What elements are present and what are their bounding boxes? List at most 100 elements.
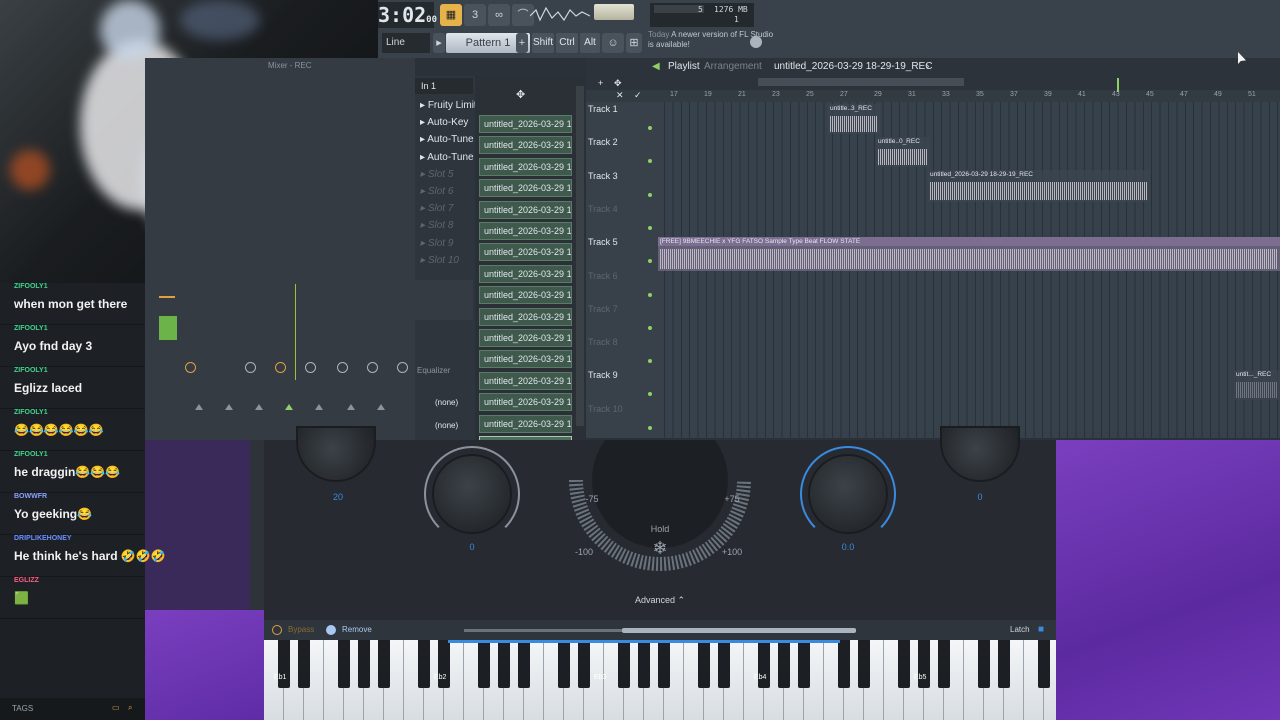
- browser-item[interactable]: untitled_2026-03-29 18-...: [479, 350, 572, 369]
- route-arrow-icon[interactable]: [285, 404, 293, 410]
- black-key[interactable]: [718, 640, 730, 688]
- fx-slot[interactable]: ▸ Slot 6: [420, 186, 475, 201]
- fx-slot[interactable]: ▸ Slot 8: [420, 220, 475, 235]
- snowflake-icon[interactable]: ❄: [652, 538, 667, 558]
- black-key[interactable]: [358, 640, 370, 688]
- black-key[interactable]: [618, 640, 630, 688]
- track-label[interactable]: Track 2: [588, 137, 618, 147]
- globe-icon[interactable]: [750, 36, 762, 48]
- plugin-knob[interactable]: [940, 426, 1020, 482]
- black-key[interactable]: [498, 640, 510, 688]
- audio-clip[interactable]: untitle..0_REC: [876, 137, 930, 167]
- black-key[interactable]: [698, 640, 710, 688]
- browser-item[interactable]: untitled_2026-03-29 18-...: [479, 286, 572, 305]
- fader-track[interactable]: [295, 284, 296, 380]
- chat-username[interactable]: ZIFOOLY1: [14, 325, 48, 332]
- audio-clip[interactable]: [FREE] 9BMEECHIE x YFG FATSO Sample Type…: [658, 237, 1280, 271]
- folder-icon[interactable]: ▭: [112, 703, 120, 712]
- route-arrow-icon[interactable]: [225, 404, 233, 410]
- loop-record-button[interactable]: ∞: [488, 4, 510, 26]
- browser-item[interactable]: untitled_2026-03-29 18-...: [479, 414, 572, 433]
- playlist-filename[interactable]: untitled_2026-03-29 18-29-19_REC: [774, 61, 932, 72]
- track-enable-led[interactable]: [648, 225, 652, 230]
- fx-slot[interactable]: ▸ Auto-Tune: [420, 134, 475, 149]
- browser-item[interactable]: untitled_2026-03-29 18-...: [479, 157, 572, 176]
- shift-key-button[interactable]: Shift: [532, 33, 554, 53]
- playlist-scrollbar[interactable]: [758, 78, 964, 86]
- route-arrow-icon[interactable]: [315, 404, 323, 410]
- cart-icon[interactable]: ⊞: [626, 33, 642, 53]
- keyboard-range-handle[interactable]: [622, 628, 856, 633]
- black-key[interactable]: [478, 640, 490, 688]
- check-icon[interactable]: ✓: [634, 90, 642, 101]
- close-icon[interactable]: ✕: [616, 90, 624, 101]
- output-none-1[interactable]: (none): [435, 398, 458, 407]
- pan-knob[interactable]: [337, 362, 348, 373]
- chat-username[interactable]: DRIPLIKEHONEY: [14, 535, 72, 542]
- fx-slot[interactable]: ▸ Slot 7: [420, 203, 475, 218]
- black-key[interactable]: [378, 640, 390, 688]
- browser-scrollbar[interactable]: [576, 86, 584, 426]
- input-selector[interactable]: In 1: [415, 78, 473, 94]
- track-label[interactable]: Track 3: [588, 171, 618, 181]
- route-arrow-icon[interactable]: [377, 404, 385, 410]
- browser-item[interactable]: untitled_2026-03-29 18-...: [479, 115, 572, 133]
- track-enable-led[interactable]: [648, 325, 652, 330]
- pan-knob[interactable]: [305, 362, 316, 373]
- track-enable-led[interactable]: [648, 292, 652, 297]
- add-icon[interactable]: +: [598, 78, 603, 88]
- black-key[interactable]: [898, 640, 910, 688]
- track-label[interactable]: Track 4: [588, 204, 618, 214]
- track-enable-led[interactable]: [648, 259, 652, 264]
- track-enable-led[interactable]: [648, 359, 652, 364]
- track-enable-led[interactable]: [648, 392, 652, 397]
- playlist-grid[interactable]: untitle..3_REC untitle..0_REC untitled_2…: [658, 78, 1280, 438]
- alt-key-button[interactable]: Alt: [580, 33, 600, 53]
- browser-item[interactable]: untitled_2026-03-29 18-...: [479, 243, 572, 262]
- piano-keyboard[interactable]: Eb1 Eb2 Eb3 Eb4 Eb5: [264, 640, 1064, 720]
- track-enable-led[interactable]: [648, 126, 652, 130]
- black-key[interactable]: [658, 640, 670, 688]
- equalizer-label[interactable]: Equalizer: [417, 366, 450, 375]
- black-key[interactable]: [798, 640, 810, 688]
- plugin-knob[interactable]: [296, 426, 376, 482]
- hold-label[interactable]: Hold: [651, 524, 670, 534]
- track-label[interactable]: Track 8: [588, 337, 618, 347]
- track-enable-led[interactable]: [648, 425, 652, 430]
- chat-username[interactable]: BOWWFR: [14, 493, 47, 500]
- black-key[interactable]: [518, 640, 530, 688]
- chat-icon[interactable]: ☺: [602, 33, 624, 53]
- fx-slot[interactable]: ▸ Slot 9: [420, 238, 475, 253]
- volume-slider[interactable]: [594, 4, 634, 20]
- playhead[interactable]: [1117, 78, 1119, 92]
- fader-cap[interactable]: [159, 296, 175, 298]
- search-icon[interactable]: ⌕: [128, 703, 132, 713]
- chat-username[interactable]: ZIFOOLY1: [14, 409, 48, 416]
- lock-icon[interactable]: ■: [1038, 624, 1044, 635]
- pattern-prev-button[interactable]: ▸: [433, 33, 445, 53]
- chat-username[interactable]: ZIFOOLY1: [14, 451, 48, 458]
- browser-item[interactable]: untitled_2026-03-29 18-...: [479, 307, 572, 326]
- black-key[interactable]: [338, 640, 350, 688]
- browser-item[interactable]: untitled_2026-03-29 18-...: [479, 222, 572, 240]
- black-key[interactable]: [938, 640, 950, 688]
- browser-item[interactable]: untitled_2026-03-29 18-...: [479, 200, 572, 219]
- audio-clip[interactable]: untitle..3_REC: [828, 104, 880, 134]
- track-label[interactable]: Track 6: [588, 271, 618, 281]
- pan-knob[interactable]: [245, 362, 256, 373]
- black-key[interactable]: [1038, 640, 1050, 688]
- chat-username[interactable]: ZIFOOLY1: [14, 283, 48, 290]
- snap-selector[interactable]: Line: [382, 33, 430, 53]
- audio-clip[interactable]: untitled_2026-03-29 18-29-19_REC: [928, 170, 1150, 202]
- advanced-toggle[interactable]: Advanced ⌃: [600, 590, 720, 610]
- track-enable-led[interactable]: [648, 159, 652, 164]
- track-label[interactable]: Track 5: [588, 237, 618, 247]
- fx-slot[interactable]: ▸ Auto-Key: [420, 117, 475, 132]
- retune-speed-dial[interactable]: -75 +75 -100 +100 Hold ❄: [568, 440, 752, 580]
- black-key[interactable]: [998, 640, 1010, 688]
- pattern-add-button[interactable]: +: [516, 33, 528, 53]
- route-arrow-icon[interactable]: [347, 404, 355, 410]
- black-key[interactable]: [298, 640, 310, 688]
- browser-item[interactable]: untitled_2026-03-29 18-...: [479, 393, 572, 412]
- track-enable-led[interactable]: [648, 192, 652, 197]
